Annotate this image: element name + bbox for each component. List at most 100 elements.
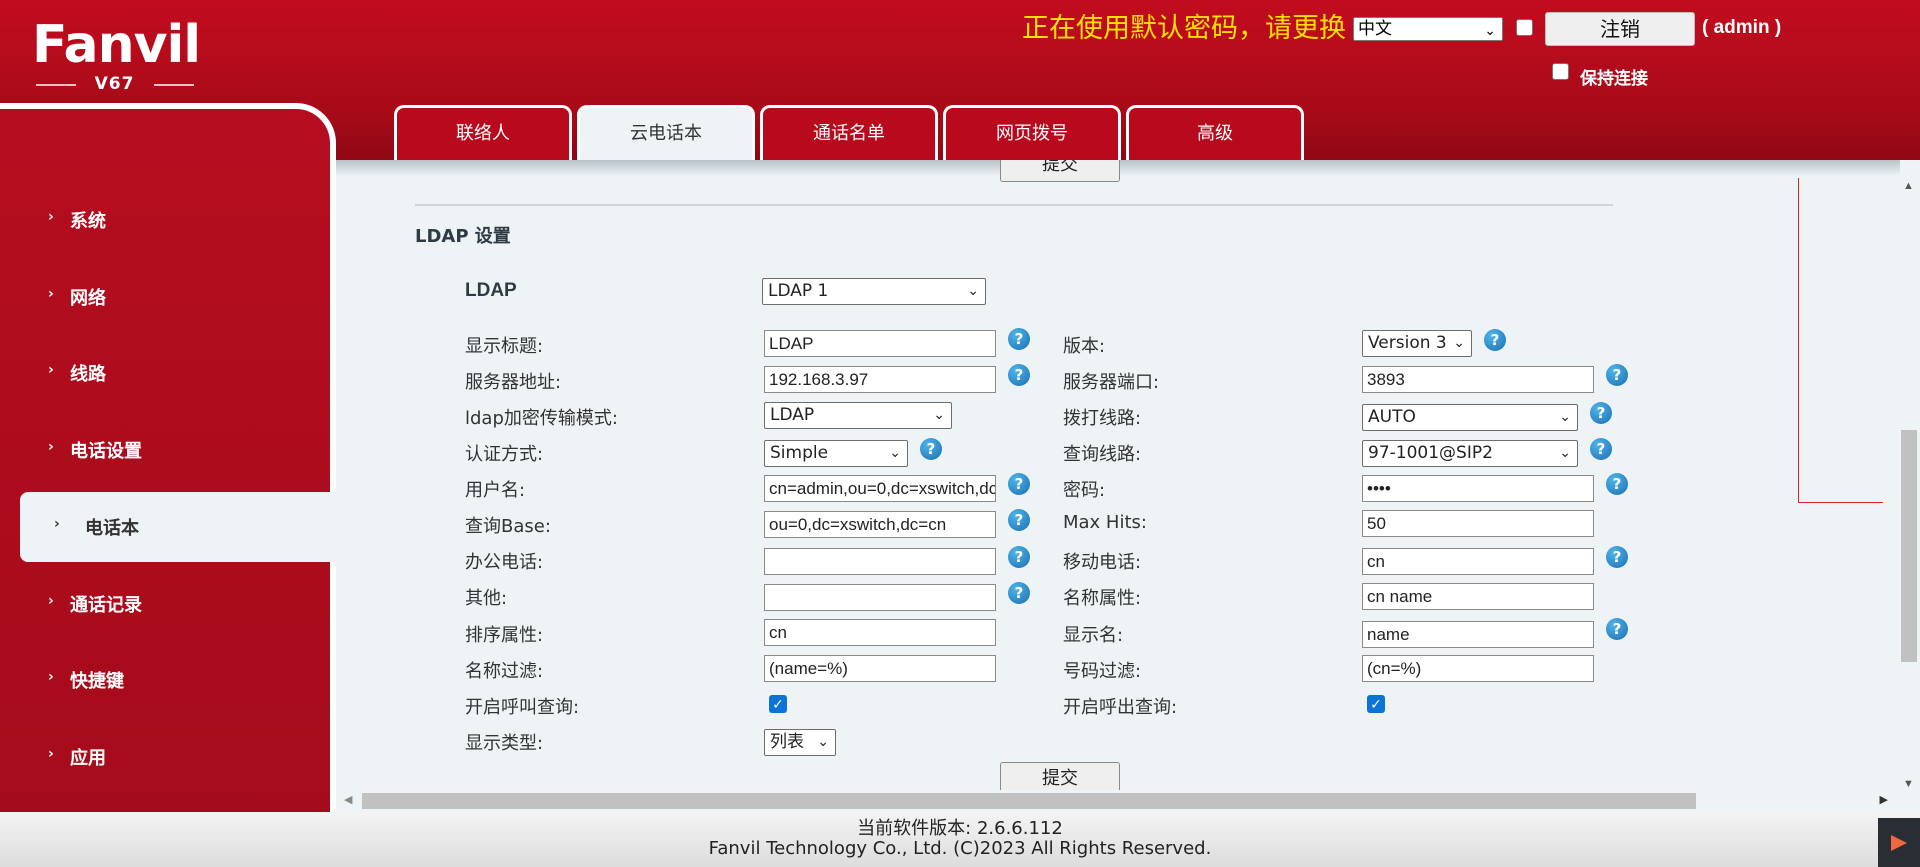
version-select[interactable]: Version 3 ⌄ bbox=[1362, 330, 1472, 357]
help-icon[interactable]: ? bbox=[1606, 546, 1628, 568]
display-name-label: 显示名: bbox=[1063, 625, 1124, 646]
sidebar-item-label: 快捷键 bbox=[70, 671, 124, 692]
help-icon[interactable]: ? bbox=[1606, 364, 1628, 386]
display-type-value: 列表 bbox=[770, 732, 804, 752]
incoming-lookup-checkbox[interactable]: ✓ bbox=[769, 695, 787, 713]
name-filter-input[interactable]: (name=%) bbox=[764, 655, 996, 682]
server-port-input[interactable]: 3893 bbox=[1362, 366, 1594, 393]
help-icon[interactable]: ? bbox=[1008, 582, 1030, 604]
max-hits-input[interactable]: 50 bbox=[1362, 510, 1594, 537]
submit-button[interactable]: 提交 bbox=[1000, 762, 1120, 790]
sidebar-item-applications[interactable]: › 应用 bbox=[0, 722, 330, 792]
scroll-right-icon[interactable]: ▶ bbox=[1880, 793, 1888, 806]
chevron-down-icon: ⌄ bbox=[967, 283, 979, 299]
scroll-thumb[interactable] bbox=[1901, 430, 1917, 662]
model-label: V67 bbox=[94, 74, 135, 94]
sidebar-item-network[interactable]: › 网络 bbox=[0, 262, 330, 332]
current-user: ( admin ) bbox=[1702, 17, 1782, 38]
dial-line-label: 拨打线路: bbox=[1063, 408, 1142, 429]
sidebar-item-call-log[interactable]: › 通话记录 bbox=[0, 569, 330, 639]
help-icon[interactable]: ? bbox=[1008, 328, 1030, 350]
help-icon[interactable]: ? bbox=[1008, 364, 1030, 386]
display-type-select[interactable]: 列表 ⌄ bbox=[764, 729, 836, 756]
query-base-label: 查询Base: bbox=[465, 516, 551, 537]
display-name-input[interactable]: name bbox=[1362, 621, 1594, 648]
header-checkbox[interactable] bbox=[1516, 19, 1533, 36]
version-value: Version 3 bbox=[1368, 333, 1447, 353]
sidebar-item-label: 系统 bbox=[70, 211, 106, 232]
display-title-input[interactable]: LDAP bbox=[764, 330, 996, 357]
tab-call-list[interactable]: 通话名单 bbox=[760, 105, 938, 161]
ldap-tls-mode-value: LDAP bbox=[770, 405, 815, 425]
help-icon[interactable]: ? bbox=[1606, 618, 1628, 640]
number-filter-input[interactable]: (cn=%) bbox=[1362, 655, 1594, 682]
other-input[interactable] bbox=[764, 584, 996, 611]
language-select[interactable]: 中文 ⌄ bbox=[1353, 17, 1503, 41]
chevron-right-icon: › bbox=[48, 209, 54, 225]
ldap-profile-select[interactable]: LDAP 1 ⌄ bbox=[762, 278, 986, 305]
help-icon[interactable]: ? bbox=[1606, 473, 1628, 495]
logo-text: Fanvil bbox=[32, 15, 201, 75]
help-icon[interactable]: ? bbox=[1008, 509, 1030, 531]
horizontal-scrollbar[interactable]: ◀ ▶ bbox=[336, 790, 1898, 812]
mobile-phone-label: 移动电话: bbox=[1063, 552, 1142, 573]
tab-web-dial[interactable]: 网页拨号 bbox=[943, 105, 1121, 161]
checkmark-icon: ✓ bbox=[1370, 696, 1382, 712]
help-icon[interactable]: ? bbox=[1484, 329, 1506, 351]
chevron-right-icon: › bbox=[48, 593, 54, 609]
sort-attribute-input[interactable]: cn bbox=[764, 619, 996, 646]
dial-line-value: AUTO bbox=[1368, 407, 1416, 427]
help-icon[interactable]: ? bbox=[1590, 402, 1612, 424]
ldap-tls-mode-select[interactable]: LDAP ⌄ bbox=[764, 402, 952, 429]
help-icon[interactable]: ? bbox=[1008, 473, 1030, 495]
scroll-thumb[interactable] bbox=[362, 793, 1696, 809]
keep-connected-checkbox[interactable] bbox=[1552, 63, 1569, 80]
scroll-up-icon[interactable]: ▲ bbox=[1903, 180, 1914, 192]
help-icon[interactable]: ? bbox=[1590, 438, 1612, 460]
number-filter-label: 号码过滤: bbox=[1063, 661, 1142, 682]
app-launcher-icon[interactable] bbox=[1878, 818, 1920, 867]
chevron-down-icon: ⌄ bbox=[1453, 335, 1465, 351]
scroll-left-icon[interactable]: ◀ bbox=[344, 793, 352, 806]
tab-cloud-phonebook[interactable]: 云电话本 bbox=[577, 105, 755, 161]
server-address-input[interactable]: 192.168.3.97 bbox=[764, 366, 996, 393]
scroll-down-icon[interactable]: ▼ bbox=[1903, 778, 1914, 790]
server-port-label: 服务器端口: bbox=[1063, 372, 1160, 393]
version-label: 版本: bbox=[1063, 336, 1106, 357]
sidebar-item-lines[interactable]: › 线路 bbox=[0, 338, 330, 408]
submit-button-top[interactable]: 提交 bbox=[1000, 160, 1120, 182]
auth-method-select[interactable]: Simple ⌄ bbox=[764, 440, 908, 467]
other-label: 其他: bbox=[465, 588, 508, 609]
dial-line-select[interactable]: AUTO ⌄ bbox=[1362, 404, 1578, 431]
footer: 当前软件版本: 2.6.6.112 Fanvil Technology Co.,… bbox=[0, 812, 1920, 867]
office-phone-input[interactable] bbox=[764, 548, 996, 575]
tab-contacts[interactable]: 联络人 bbox=[394, 105, 572, 161]
chevron-down-icon: ⌄ bbox=[817, 734, 829, 750]
sidebar-item-system[interactable]: › 系统 bbox=[0, 185, 330, 255]
display-type-label: 显示类型: bbox=[465, 733, 544, 754]
name-attribute-input[interactable]: cn name bbox=[1362, 583, 1594, 610]
query-base-input[interactable]: ou=0,dc=xswitch,dc=cn bbox=[764, 511, 996, 538]
sidebar-item-phone-settings[interactable]: › 电话设置 bbox=[0, 415, 330, 485]
logout-button[interactable]: 注销 bbox=[1545, 12, 1695, 46]
username-input[interactable]: cn=admin,ou=0,dc=xswitch,dc=cn bbox=[764, 475, 996, 502]
sidebar-item-phonebook[interactable]: › 电话本 bbox=[20, 492, 336, 562]
server-address-label: 服务器地址: bbox=[465, 372, 562, 393]
sidebar-item-label: 应用 bbox=[70, 748, 106, 769]
tab-advanced[interactable]: 高级 bbox=[1126, 105, 1304, 161]
help-icon[interactable]: ? bbox=[920, 438, 942, 460]
chevron-right-icon: › bbox=[48, 362, 54, 378]
sidebar-item-label: 线路 bbox=[70, 364, 106, 385]
sidebar-item-function-keys[interactable]: › 快捷键 bbox=[0, 645, 330, 715]
checkmark-icon: ✓ bbox=[772, 696, 784, 712]
language-value: 中文 bbox=[1358, 19, 1392, 39]
outgoing-lookup-checkbox[interactable]: ✓ bbox=[1367, 695, 1385, 713]
chevron-down-icon: ⌄ bbox=[1559, 409, 1571, 425]
vertical-scrollbar[interactable]: ▲ ▼ bbox=[1898, 180, 1920, 790]
query-line-select[interactable]: 97-1001@SIP2 ⌄ bbox=[1362, 440, 1578, 467]
frame-border bbox=[1798, 178, 1883, 503]
help-icon[interactable]: ? bbox=[1008, 546, 1030, 568]
auth-method-label: 认证方式: bbox=[465, 444, 544, 465]
password-input[interactable]: •••• bbox=[1362, 475, 1594, 502]
mobile-phone-input[interactable]: cn bbox=[1362, 548, 1594, 575]
